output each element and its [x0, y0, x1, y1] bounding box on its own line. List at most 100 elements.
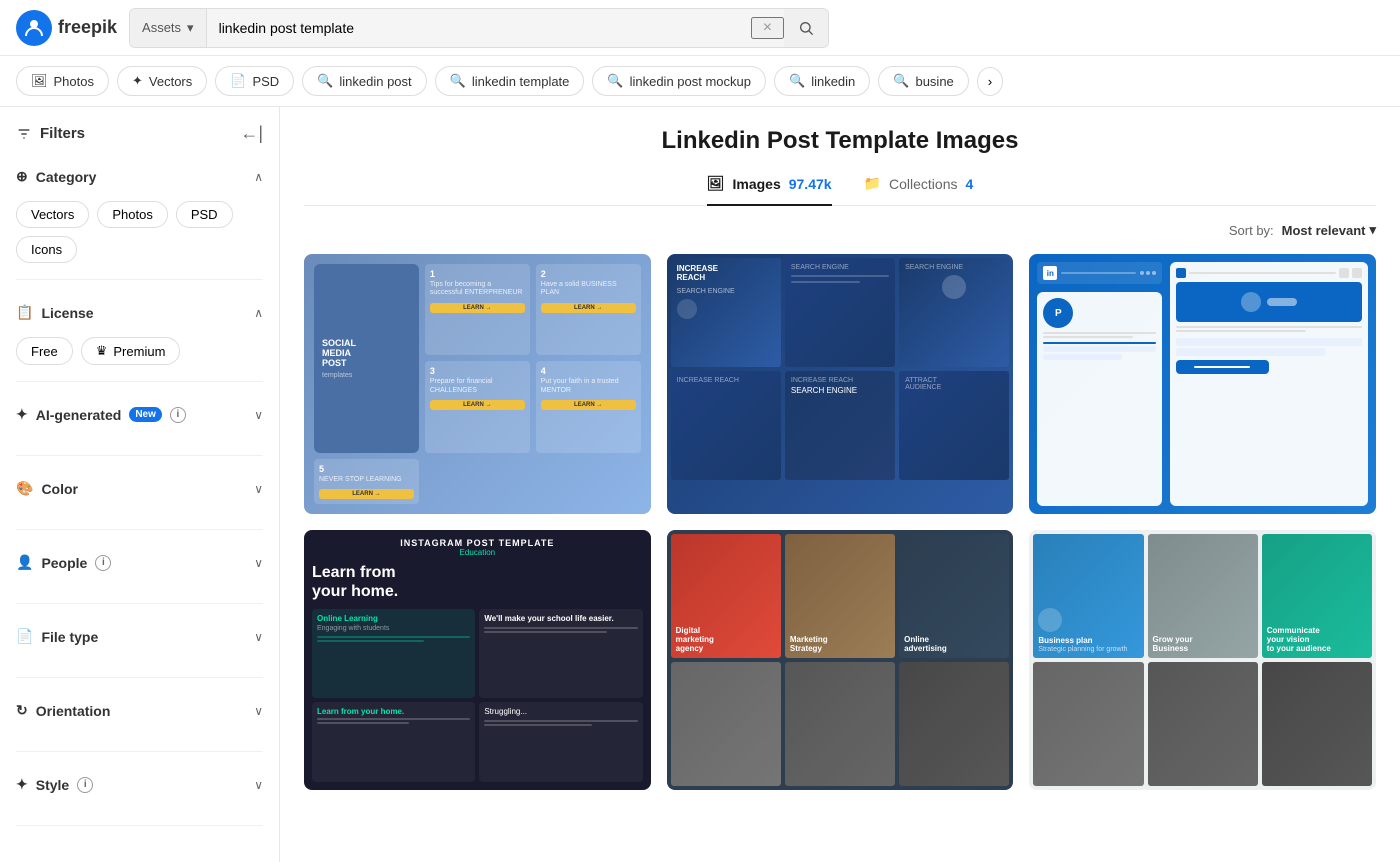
- category-photos-chip[interactable]: Photos: [97, 201, 167, 228]
- filter-chip-linkedin-mockup[interactable]: 🔍 linkedin post mockup: [592, 66, 766, 96]
- header: freepik Assets ▾ ×: [0, 0, 1400, 56]
- photos-icon: 🖼: [31, 73, 48, 89]
- collections-tab-icon: 📁: [864, 175, 881, 192]
- filter-chip-busine[interactable]: 🔍 busine: [878, 66, 969, 96]
- psd-icon: 📄: [230, 73, 246, 89]
- dropdown-chevron-icon: ▾: [187, 20, 194, 36]
- image-card-search-engine[interactable]: INCREASEREACH SEARCH ENGINE SEARCH ENGIN…: [667, 254, 1014, 514]
- image-card-instagram[interactable]: INSTAGRAM POST TEMPLATE Education Learn …: [304, 530, 651, 790]
- file-type-header[interactable]: 📄 File type ∨: [16, 624, 263, 649]
- filter-chip-vectors[interactable]: ✦ Vectors: [117, 66, 207, 96]
- sidebar-collapse-button[interactable]: ←|: [240, 123, 263, 144]
- style-info-icon[interactable]: i: [77, 777, 93, 793]
- color-icon: 🎨: [16, 480, 33, 497]
- people-icon: 👤: [16, 554, 33, 571]
- image-grid: SOCIALMEDIAPOST templates 1 Tips for bec…: [304, 254, 1376, 790]
- search-chip-icon-2: 🔍: [450, 73, 466, 89]
- image-card-marketing[interactable]: Digitalmarketingagency MarketingStrategy…: [667, 530, 1014, 790]
- assets-label: Assets: [142, 20, 181, 35]
- search-chip-icon-3: 🔍: [607, 73, 623, 89]
- vectors-icon: ✦: [132, 73, 143, 89]
- social-item-2: 2 Have a solid BUSINESS PLAN LEARN →: [536, 264, 641, 355]
- file-type-icon: 📄: [16, 628, 33, 645]
- social-item-1: 1 Tips for becoming a successful ENTERPR…: [425, 264, 530, 355]
- license-icon: 📋: [16, 304, 33, 321]
- search-input[interactable]: [207, 9, 751, 47]
- collections-tab-count: 4: [965, 176, 973, 192]
- logo-text: freepik: [58, 17, 117, 38]
- people-info-icon[interactable]: i: [95, 555, 111, 571]
- file-type-chevron-icon: ∨: [254, 630, 263, 644]
- filter-chip-linkedin-post-label: linkedin post: [339, 74, 411, 89]
- tab-collections[interactable]: 📁 Collections 4: [864, 175, 974, 206]
- category-icons-chip[interactable]: Icons: [16, 236, 77, 263]
- filter-bar-next-button[interactable]: ›: [977, 67, 1003, 96]
- main-layout: Filters ←| ⊕ Category ∧ Vectors Photos P…: [0, 107, 1400, 862]
- tab-images[interactable]: 🖼 Images 97.47k: [707, 175, 832, 206]
- style-title: ✦ Style i: [16, 776, 93, 793]
- orientation-chevron-icon: ∨: [254, 704, 263, 718]
- filter-chip-photos[interactable]: 🖼 Photos: [16, 66, 109, 96]
- orientation-icon: ↻: [16, 702, 28, 719]
- crown-icon: ♛: [96, 343, 108, 359]
- image-card-linkedin-ui[interactable]: in P: [1029, 254, 1376, 514]
- sort-select[interactable]: Most relevant ▾: [1282, 222, 1376, 238]
- filters-title: Filters: [16, 125, 85, 142]
- filter-bar: 🖼 Photos ✦ Vectors 📄 PSD 🔍 linkedin post…: [0, 56, 1400, 107]
- ai-generated-header[interactable]: ✦ AI-generated New i ∨: [16, 402, 263, 427]
- images-tab-count: 97.47k: [789, 176, 832, 192]
- filter-chip-linkedin-post[interactable]: 🔍 linkedin post: [302, 66, 426, 96]
- category-chips: Vectors Photos PSD Icons: [16, 201, 263, 263]
- search-clear-button[interactable]: ×: [751, 17, 784, 39]
- category-icon: ⊕: [16, 168, 28, 185]
- license-premium-chip[interactable]: ♛ Premium: [81, 337, 181, 365]
- images-tab-label: Images: [732, 176, 780, 192]
- license-free-chip[interactable]: Free: [16, 337, 73, 365]
- style-chevron-icon: ∨: [254, 778, 263, 792]
- filter-chip-linkedin-template[interactable]: 🔍 linkedin template: [435, 66, 585, 96]
- sort-value-label: Most relevant: [1282, 223, 1366, 238]
- assets-dropdown[interactable]: Assets ▾: [130, 9, 207, 47]
- sort-by-label: Sort by:: [1229, 223, 1274, 238]
- ai-chevron-icon: ∨: [254, 408, 263, 422]
- category-psd-chip[interactable]: PSD: [176, 201, 233, 228]
- search-submit-button[interactable]: [784, 9, 828, 47]
- sort-row: Sort by: Most relevant ▾: [304, 222, 1376, 238]
- page-title: Linkedin Post Template Images: [304, 127, 1376, 155]
- people-section: 👤 People i ∨: [16, 550, 263, 604]
- orientation-title: ↻ Orientation: [16, 702, 110, 719]
- ai-generated-section: ✦ AI-generated New i ∨: [16, 402, 263, 456]
- filter-chip-psd[interactable]: 📄 PSD: [215, 66, 294, 96]
- style-icon: ✦: [16, 776, 28, 793]
- license-section: 📋 License ∧ Free ♛ Premium: [16, 300, 263, 382]
- image-card-business-plan[interactable]: Business plan Strategic planning for gro…: [1029, 530, 1376, 790]
- style-section: ✦ Style i ∨: [16, 772, 263, 826]
- category-section: ⊕ Category ∧ Vectors Photos PSD Icons: [16, 164, 263, 280]
- license-header[interactable]: 📋 License ∧: [16, 300, 263, 325]
- social-main-card: SOCIALMEDIAPOST templates: [314, 264, 419, 453]
- category-vectors-chip[interactable]: Vectors: [16, 201, 89, 228]
- license-chips: Free ♛ Premium: [16, 337, 263, 365]
- tabs-row: 🖼 Images 97.47k 📁 Collections 4: [304, 175, 1376, 206]
- image-card-social-media[interactable]: SOCIALMEDIAPOST templates 1 Tips for bec…: [304, 254, 651, 514]
- people-title: 👤 People i: [16, 554, 111, 571]
- file-type-title: 📄 File type: [16, 628, 98, 645]
- category-chevron-icon: ∧: [254, 170, 263, 184]
- orientation-header[interactable]: ↻ Orientation ∨: [16, 698, 263, 723]
- social-item-4: 4 Put your faith in a trusted MENTOR LEA…: [536, 361, 641, 452]
- color-title: 🎨 Color: [16, 480, 78, 497]
- filter-chip-linkedin[interactable]: 🔍 linkedin: [774, 66, 870, 96]
- orientation-section: ↻ Orientation ∨: [16, 698, 263, 752]
- license-title: 📋 License: [16, 304, 94, 321]
- people-header[interactable]: 👤 People i ∨: [16, 550, 263, 575]
- ai-info-icon[interactable]: i: [170, 407, 186, 423]
- filter-chip-linkedin-mockup-label: linkedin post mockup: [630, 74, 751, 89]
- category-header[interactable]: ⊕ Category ∧: [16, 164, 263, 189]
- color-chevron-icon: ∨: [254, 482, 263, 496]
- search-chip-icon-1: 🔍: [317, 73, 333, 89]
- ai-generated-title: ✦ AI-generated New i: [16, 406, 186, 423]
- color-header[interactable]: 🎨 Color ∨: [16, 476, 263, 501]
- filter-chip-psd-label: PSD: [252, 74, 279, 89]
- style-header[interactable]: ✦ Style i ∨: [16, 772, 263, 797]
- logo[interactable]: freepik: [16, 10, 117, 46]
